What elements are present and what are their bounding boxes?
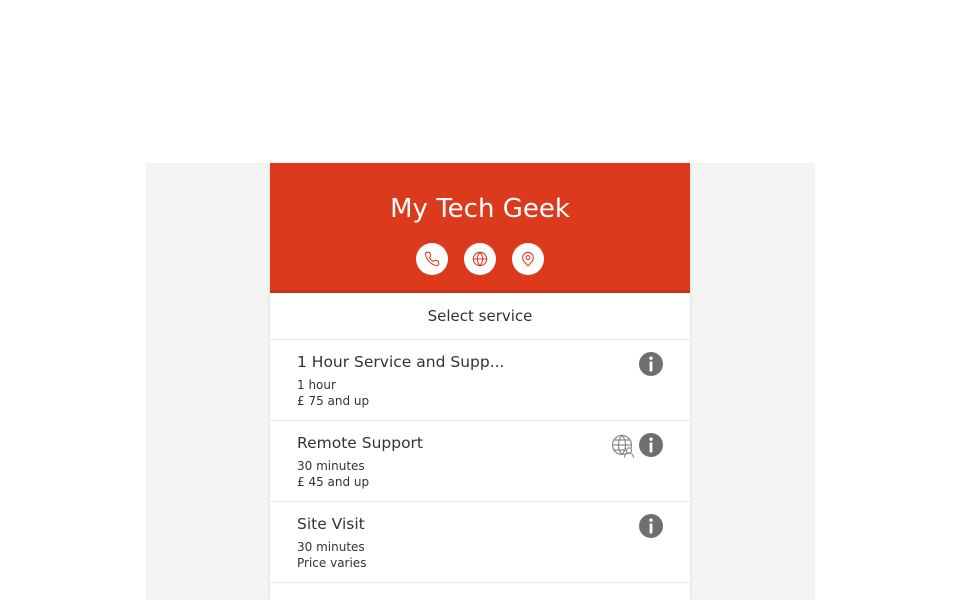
phone-icon [424, 251, 440, 267]
service-duration: 1 hour [297, 378, 336, 392]
service-name: 1 Hour Service and Supp... [297, 353, 505, 371]
service-price: Price varies [297, 556, 367, 570]
booking-widget: My Tech Geek Select service 1 Hour Servi… [270, 163, 690, 600]
service-item-1-hour[interactable]: 1 Hour Service and Supp... 1 hour £ 75 a… [270, 340, 690, 421]
contact-icons [270, 243, 690, 275]
service-price: £ 45 and up [297, 475, 370, 489]
globe-icon [472, 251, 488, 267]
select-service-heading: Select service [270, 293, 690, 340]
phone-button[interactable] [416, 243, 448, 275]
business-name: My Tech Geek [390, 194, 570, 224]
business-header: My Tech Geek [270, 163, 690, 293]
info-icon[interactable] [639, 433, 663, 457]
service-duration: 30 minutes [297, 459, 365, 473]
service-item-site-visit[interactable]: Site Visit 30 minutes Price varies [270, 502, 690, 583]
info-icon[interactable] [639, 352, 663, 376]
service-duration: 30 minutes [297, 540, 365, 554]
map-pin-icon [522, 251, 534, 267]
info-icon[interactable] [639, 514, 663, 538]
service-item-remote-support[interactable]: Remote Support 30 minutes £ 45 and up [270, 421, 690, 502]
service-price: £ 75 and up [297, 394, 370, 408]
location-button[interactable] [512, 243, 544, 275]
remote-globe-user-icon [611, 434, 635, 458]
website-button[interactable] [464, 243, 496, 275]
service-name: Site Visit [297, 515, 365, 533]
